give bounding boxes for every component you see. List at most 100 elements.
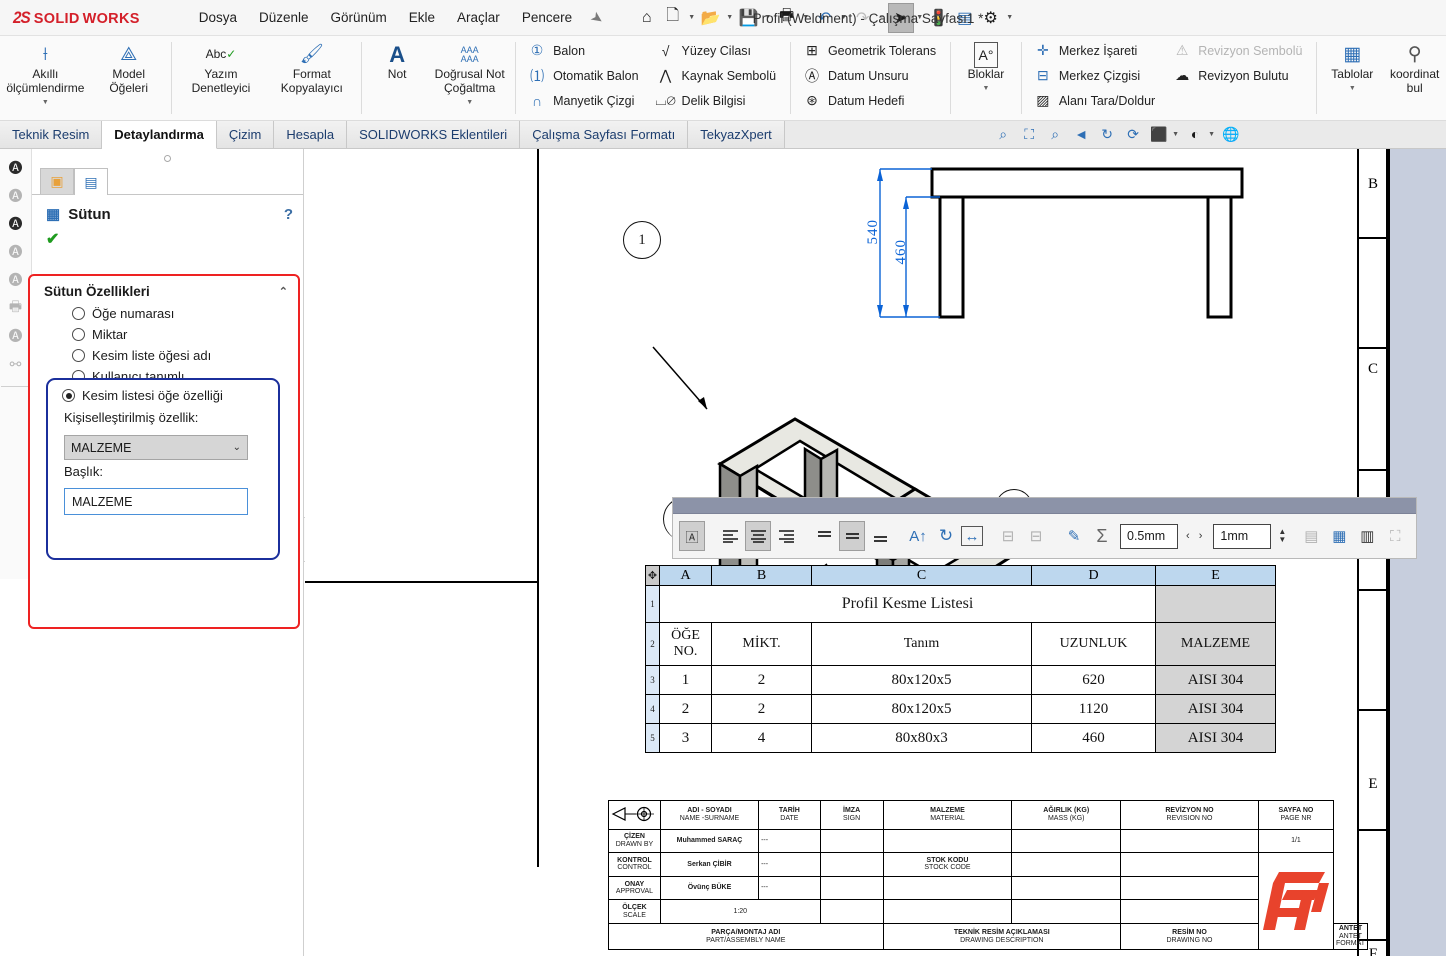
- zoom-to-area-icon[interactable]: ⛶: [1019, 124, 1039, 144]
- radio-option-cutlist-item-name[interactable]: Kesim liste öğesi adı: [30, 345, 298, 366]
- table-layer-icon[interactable]: ▦: [1326, 521, 1352, 551]
- linear-note-pattern-caret-icon[interactable]: ▼: [466, 99, 473, 107]
- value-approval-date[interactable]: ---: [758, 875, 821, 901]
- value-scale-sign[interactable]: [819, 899, 884, 924]
- cell-r1-item[interactable]: 1: [659, 665, 712, 695]
- geometric-tolerance-button[interactable]: ⊞ Geometrik Tolerans: [799, 38, 942, 63]
- table-border-icon[interactable]: ▥: [1354, 521, 1380, 551]
- col-header-d[interactable]: D: [1031, 565, 1156, 586]
- stepper-down-icon[interactable]: ▼: [1278, 536, 1286, 544]
- row-header-3[interactable]: 3: [645, 665, 660, 695]
- menu-item-pencere[interactable]: Pencere: [511, 6, 583, 29]
- apply-scene-icon[interactable]: 🌐: [1221, 124, 1241, 144]
- select-pointer-icon[interactable]: ➤: [887, 2, 914, 33]
- cell-r2-qty[interactable]: 2: [711, 694, 812, 724]
- value-mass[interactable]: [1011, 828, 1122, 854]
- dimension-540[interactable]: 540: [865, 219, 882, 245]
- cell-r3-desc[interactable]: 80x80x3: [811, 723, 1032, 753]
- value-scale[interactable]: 1:20: [659, 899, 821, 924]
- col-header-c[interactable]: C: [811, 565, 1032, 586]
- tab-teknik-resim[interactable]: Teknik Resim: [0, 121, 103, 148]
- cell-r3-material[interactable]: AISI 304: [1155, 723, 1276, 753]
- split-table-icon[interactable]: ✎: [1061, 521, 1087, 551]
- pin-menu-icon[interactable]: ➤: [587, 7, 608, 28]
- header-cell-description[interactable]: Tanım: [811, 622, 1032, 666]
- text-size-icon[interactable]: A↑: [905, 521, 931, 551]
- header-cell-length[interactable]: UZUNLUK: [1031, 622, 1156, 666]
- header-cell-qty[interactable]: MİKT.: [711, 622, 812, 666]
- value-drawn-by-name[interactable]: Muhammed SARAÇ: [659, 828, 760, 854]
- border-thickness-stepper[interactable]: ‹ ›: [1186, 530, 1205, 542]
- model-items-button[interactable]: ⟁ Model Öğeleri: [91, 40, 167, 98]
- datum-feature-button[interactable]: Ⓐ Datum Unsuru: [799, 63, 942, 88]
- grid-spacing-stepper[interactable]: ▲ ▼: [1278, 528, 1286, 544]
- value-approval-material[interactable]: [882, 875, 1013, 901]
- cell-r2-length[interactable]: 1120: [1031, 694, 1156, 724]
- value-material[interactable]: [882, 828, 1013, 854]
- menu-item-gorunum[interactable]: Görünüm: [320, 6, 398, 29]
- blocks-button[interactable]: A° Bloklar ▼: [955, 40, 1017, 95]
- smart-dimension-caret-icon[interactable]: ▼: [42, 99, 49, 107]
- rotate-text-icon[interactable]: ↻: [933, 521, 959, 551]
- value-approval-sign[interactable]: [819, 875, 884, 901]
- settings-dropdown-icon[interactable]: ▼: [1004, 3, 1016, 33]
- sum-icon[interactable]: Σ: [1089, 521, 1115, 551]
- toolbar-drag-grip[interactable]: [673, 498, 1416, 514]
- redo-icon[interactable]: ↷: [850, 3, 876, 33]
- new-annotation-icon[interactable]: 🅐: [4, 156, 28, 180]
- text-format-icon[interactable]: 🄰: [679, 521, 705, 551]
- help-question-icon[interactable]: ?: [284, 206, 293, 223]
- cell-r2-material[interactable]: AISI 304: [1155, 694, 1276, 724]
- open-folder-icon[interactable]: 📂: [698, 3, 724, 33]
- save-dropdown-icon[interactable]: ▼: [762, 3, 774, 33]
- value-scale-material[interactable]: [882, 899, 1013, 924]
- cell-r3-qty[interactable]: 4: [711, 723, 812, 753]
- save-icon[interactable]: 💾: [736, 3, 762, 33]
- balloon-callout[interactable]: 1: [623, 221, 661, 259]
- align-left-icon[interactable]: [717, 521, 743, 551]
- centerline-button[interactable]: ⊟ Merkez Çizgisi: [1030, 63, 1161, 88]
- value-drawn-by-date[interactable]: ---: [758, 828, 821, 854]
- value-control-name[interactable]: Serkan ÇİBİR: [659, 852, 760, 877]
- menu-item-ekle[interactable]: Ekle: [398, 6, 446, 29]
- configuration-tab[interactable]: ▤: [74, 168, 108, 195]
- insert-annotation-icon[interactable]: 🅐: [4, 212, 28, 236]
- cell-r1-desc[interactable]: 80x120x5: [811, 665, 1032, 695]
- blocks-caret-icon[interactable]: ▼: [983, 85, 990, 93]
- area-hatch-fill-button[interactable]: ▨ Alanı Tara/Doldur: [1030, 88, 1161, 113]
- value-revision[interactable]: [1120, 828, 1259, 854]
- auto-balloon-button[interactable]: ⑴ Otomatik Balon: [524, 63, 644, 88]
- zoom-to-fit-icon[interactable]: ⌕: [993, 124, 1013, 144]
- border-thickness-input[interactable]: 0.5mm: [1120, 523, 1178, 549]
- col-header-a[interactable]: A: [659, 565, 712, 586]
- balloon-button[interactable]: ① Balon: [524, 38, 644, 63]
- radio-option-cutlist-item-property[interactable]: Kesim listesi öğe özelliği: [48, 380, 278, 406]
- table-row[interactable]: 5 3 4 80x80x3 460 AISI 304: [645, 723, 1276, 753]
- tables-button[interactable]: ▦ Tablolar ▼: [1321, 40, 1383, 95]
- table-title-spill-cell[interactable]: [1155, 585, 1276, 623]
- value-control-date[interactable]: ---: [758, 852, 821, 877]
- cell-r2-desc[interactable]: 80x120x5: [811, 694, 1032, 724]
- table-title-cell[interactable]: Profil Kesme Listesi: [659, 585, 1156, 623]
- grid-spacing-input[interactable]: 1mm: [1213, 523, 1272, 549]
- value-approval-name[interactable]: Övünç BÜKE: [659, 875, 760, 901]
- radio-option-item-number[interactable]: Öğe numarası: [30, 303, 298, 324]
- tables-caret-icon[interactable]: ▼: [1349, 85, 1356, 93]
- value-scale-revision[interactable]: [1120, 899, 1259, 924]
- dimension-460[interactable]: 460: [893, 239, 910, 265]
- magnetic-line-button[interactable]: ∩ Manyetik Çizgi: [524, 88, 644, 113]
- table-row[interactable]: 1 Profil Kesme Listesi: [645, 585, 1276, 623]
- custom-property-dropdown[interactable]: MALZEME ⌄: [64, 435, 248, 460]
- tab-hesapla[interactable]: Hesapla: [274, 121, 348, 148]
- print-dropdown-icon[interactable]: ▼: [800, 3, 812, 33]
- rebuild-traffic-icon[interactable]: 🚦: [926, 3, 952, 33]
- radio-option-quantity[interactable]: Miktar: [30, 324, 298, 345]
- previous-view-icon[interactable]: ◄: [1071, 124, 1091, 144]
- table-format-toolbar[interactable]: 🄰 A↑ ↻ ↔ ⊟ ⊟ ✎ Σ 0.5mm ‹ › 1mm ▲ ▼ ▤ ▦ ▥…: [672, 497, 1417, 559]
- revision-cloud-button[interactable]: ☁ Revizyon Bulutu: [1169, 63, 1308, 88]
- locate-coordinate-button[interactable]: ⚲ koordinat bul: [1383, 40, 1446, 98]
- confirm-check-icon[interactable]: ✔: [32, 227, 303, 257]
- display-style-icon[interactable]: ⬛: [1149, 124, 1169, 144]
- value-control-sign[interactable]: [819, 852, 884, 877]
- value-stock-mass[interactable]: [1011, 852, 1122, 877]
